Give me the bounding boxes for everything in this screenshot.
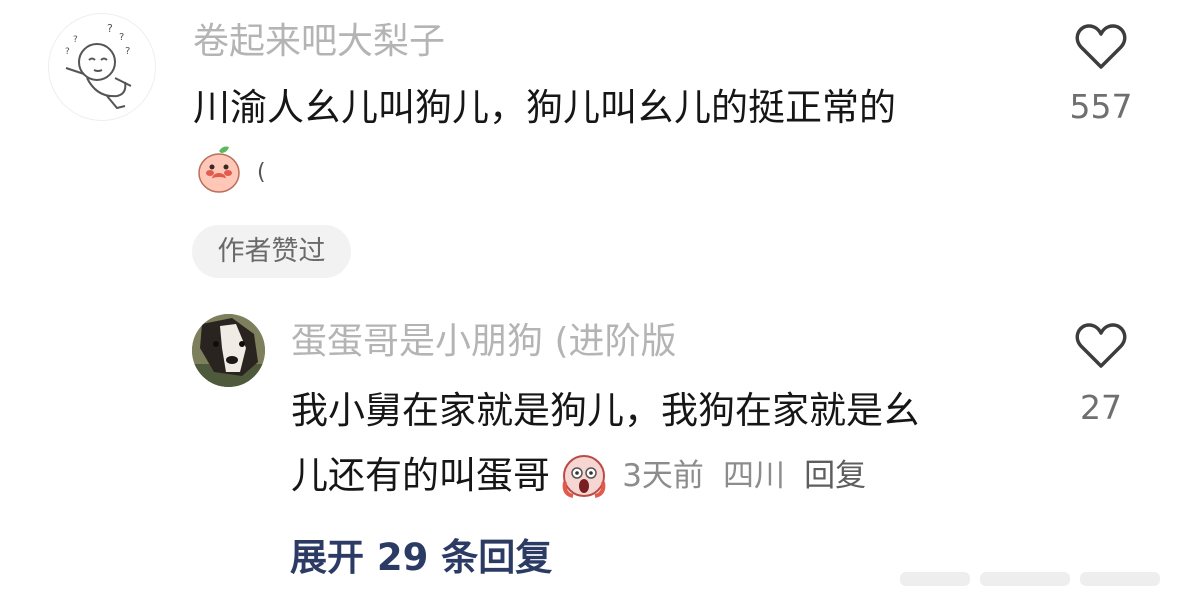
watermark [900, 566, 1170, 590]
avatar-dog-photo-icon [192, 314, 265, 387]
svg-text:?: ? [107, 22, 113, 35]
reply-username[interactable]: 蛋蛋哥是小朋狗 (进阶版 [291, 322, 677, 362]
comment-username[interactable]: 卷起来吧大梨子 [193, 22, 445, 62]
reply-text-line2-row: 儿还有的叫蛋哥 3天前 四川 回复 [291, 452, 866, 500]
reply-like-count: 27 [1080, 388, 1122, 427]
scream-emoji-icon [561, 452, 607, 500]
author-liked-badge: 作者赞过 [192, 225, 351, 278]
reply-button[interactable]: 回复 [804, 458, 866, 494]
avatar[interactable]: ? ? ? ? ? [48, 13, 156, 121]
avatar-dog-photo[interactable] [192, 314, 265, 387]
heart-outline-icon[interactable] [1075, 323, 1127, 369]
svg-text:?: ? [125, 46, 130, 57]
heart-outline-icon[interactable] [1075, 24, 1127, 70]
peach-shy-emoji-icon [195, 145, 243, 195]
reply-text-line1: 我小舅在家就是狗儿，我狗在家就是幺 [291, 389, 920, 432]
reply-time: 3天前 [622, 458, 704, 494]
reply-location: 四川 [723, 458, 786, 494]
expand-replies-link[interactable]: 展开 29 条回复 [290, 537, 552, 579]
comment-text: 川渝人幺儿叫狗儿，狗儿叫幺儿的挺正常的 [193, 86, 896, 129]
svg-text:?: ? [65, 47, 70, 57]
reply-text-line2: 儿还有的叫蛋哥 [291, 454, 550, 497]
trailing-mark: ( [257, 160, 266, 185]
svg-text:?: ? [73, 35, 78, 45]
avatar-cartoon-baby-icon: ? ? ? ? ? [65, 22, 132, 110]
svg-text:?: ? [119, 32, 124, 43]
like-count: 557 [1069, 87, 1133, 126]
